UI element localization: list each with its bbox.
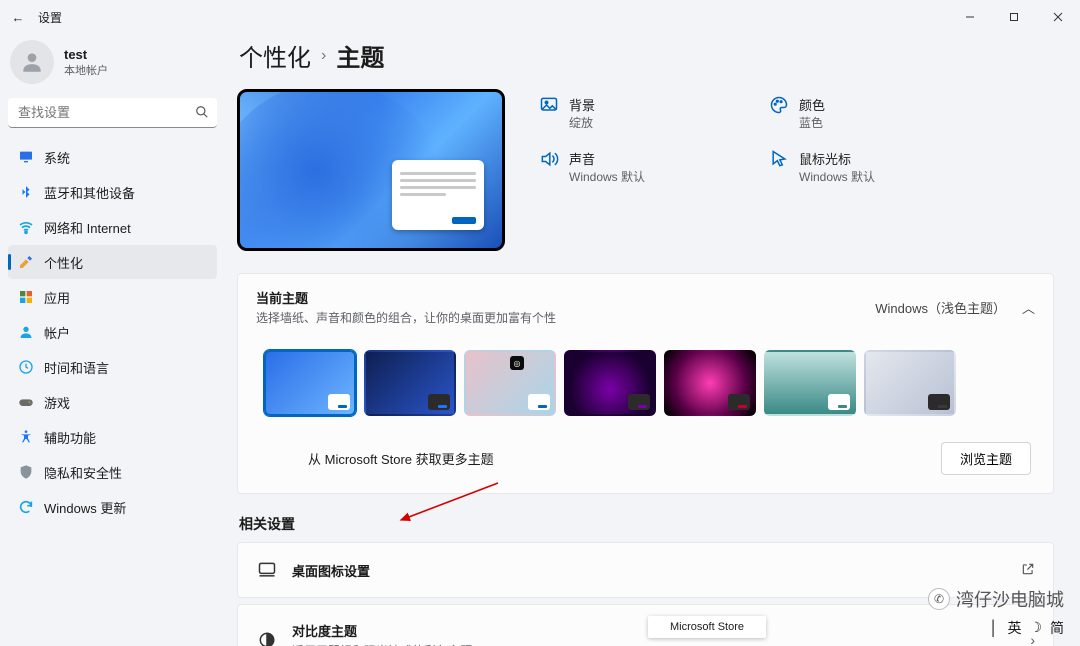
maximize-button[interactable] xyxy=(992,2,1036,32)
theme-preview xyxy=(237,89,505,251)
prop-cursor[interactable]: 鼠标光标Windows 默认 xyxy=(769,149,939,185)
ime-indicator[interactable]: | 英 ☽ 简 xyxy=(991,617,1064,638)
sidebar-item-label: 隐私和安全性 xyxy=(44,463,122,482)
annotation-arrow xyxy=(393,478,503,533)
palette-icon xyxy=(769,95,789,115)
monitor-icon xyxy=(256,559,278,581)
bluetooth-icon xyxy=(18,184,34,200)
sidebar-item-label: 网络和 Internet xyxy=(44,218,131,237)
sidebar-item-label: 个性化 xyxy=(44,253,83,272)
gaming-icon xyxy=(18,394,34,410)
nav-list: 系统蓝牙和其他设备网络和 Internet 个性化应用帐户时间和语言游戏辅助功能隐… xyxy=(8,140,217,524)
sidebar-item-privacy[interactable]: 隐私和安全性 xyxy=(8,455,217,489)
sidebar-item-update[interactable]: Windows 更新 xyxy=(8,490,217,524)
sidebar-item-label: 帐户 xyxy=(44,323,70,342)
user-block[interactable]: test 本地帐户 xyxy=(8,34,217,98)
titlebar: ← 设置 xyxy=(0,0,1080,34)
update-icon xyxy=(18,499,34,515)
current-theme-header[interactable]: 当前主题 选择墙纸、声音和颜色的组合，让你的桌面更加富有个性 Windows（浅… xyxy=(238,274,1053,340)
search-icon xyxy=(195,105,209,122)
theme-gallery: ◎ xyxy=(238,340,1053,426)
close-button[interactable] xyxy=(1036,2,1080,32)
back-button[interactable]: ← xyxy=(10,10,26,25)
taskbar-tooltip: Microsoft Store xyxy=(648,616,766,638)
camera-icon: ◎ xyxy=(510,356,524,370)
prop-sound[interactable]: 声音Windows 默认 xyxy=(539,149,709,185)
personalize-icon xyxy=(18,254,34,270)
current-theme-subtitle: 选择墙纸、声音和颜色的组合，让你的桌面更加富有个性 xyxy=(256,309,556,326)
picture-icon xyxy=(539,95,559,115)
time-icon xyxy=(18,359,34,375)
sidebar-item-label: Windows 更新 xyxy=(44,498,126,517)
accessibility-icon xyxy=(18,429,34,445)
external-link-icon xyxy=(1021,562,1035,579)
prop-color[interactable]: 颜色蓝色 xyxy=(769,95,939,131)
sidebar-item-label: 蓝牙和其他设备 xyxy=(44,183,135,202)
account-icon xyxy=(18,324,34,340)
sidebar-item-system[interactable]: 系统 xyxy=(8,140,217,174)
watermark: ✆ 湾仔沙电脑城 xyxy=(928,586,1064,612)
apps-icon xyxy=(18,289,34,305)
chevron-up-icon: ︿ xyxy=(1022,298,1035,317)
sidebar-item-accessibility[interactable]: 辅助功能 xyxy=(8,420,217,454)
sidebar-item-personalize[interactable]: 个性化 xyxy=(8,245,217,279)
sidebar-item-gaming[interactable]: 游戏 xyxy=(8,385,217,419)
sidebar-item-account[interactable]: 帐户 xyxy=(8,315,217,349)
contrast-icon xyxy=(256,629,278,646)
theme-thumb-7[interactable] xyxy=(864,350,956,416)
prop-background[interactable]: 背景绽放 xyxy=(539,95,709,131)
breadcrumb-current: 主题 xyxy=(336,38,384,73)
theme-properties: 背景绽放 颜色蓝色 声音Windows 默认 鼠标光标Windows 默认 xyxy=(539,89,939,251)
minimize-button[interactable] xyxy=(948,2,992,32)
moon-icon: ☽ xyxy=(1029,619,1042,636)
avatar xyxy=(10,40,54,84)
sidebar-item-label: 系统 xyxy=(44,148,70,167)
store-prompt: 从 Microsoft Store 获取更多主题 xyxy=(308,449,494,468)
related-section-title: 相关设置 xyxy=(239,514,1054,534)
sidebar-item-label: 辅助功能 xyxy=(44,428,96,447)
sidebar: test 本地帐户 系统蓝牙和其他设备网络和 Internet 个性化应用帐户时间… xyxy=(0,34,225,646)
current-theme-card: 当前主题 选择墙纸、声音和颜色的组合，让你的桌面更加富有个性 Windows（浅… xyxy=(237,273,1054,494)
current-theme-applied: Windows（浅色主题） xyxy=(875,298,1006,317)
sidebar-item-label: 游戏 xyxy=(44,393,70,412)
main-panel: 个性化 › 主题 背景绽放 颜色蓝色 声音Windows 默 xyxy=(225,34,1080,646)
theme-thumb-6[interactable] xyxy=(764,350,856,416)
sidebar-item-label: 时间和语言 xyxy=(44,358,109,377)
speaker-icon xyxy=(539,149,559,169)
privacy-icon xyxy=(18,464,34,480)
search-input[interactable] xyxy=(8,98,217,128)
sidebar-item-label: 应用 xyxy=(44,288,70,307)
caption-buttons xyxy=(948,2,1080,32)
sidebar-item-wifi[interactable]: 网络和 Internet xyxy=(8,210,217,244)
theme-thumb-3[interactable]: ◎ xyxy=(464,350,556,416)
wifi-icon xyxy=(18,219,34,235)
user-account-type: 本地帐户 xyxy=(64,62,108,78)
window-title: 设置 xyxy=(38,9,62,26)
cursor-icon xyxy=(769,149,789,169)
sidebar-item-apps[interactable]: 应用 xyxy=(8,280,217,314)
breadcrumb: 个性化 › 主题 xyxy=(237,34,1054,89)
sidebar-item-time[interactable]: 时间和语言 xyxy=(8,350,217,384)
chevron-right-icon: › xyxy=(321,47,326,65)
theme-thumb-2[interactable] xyxy=(364,350,456,416)
wechat-icon: ✆ xyxy=(928,588,950,610)
sidebar-item-bluetooth[interactable]: 蓝牙和其他设备 xyxy=(8,175,217,209)
breadcrumb-parent[interactable]: 个性化 xyxy=(239,38,311,73)
browse-themes-button[interactable]: 浏览主题 xyxy=(941,442,1031,475)
theme-thumb-4[interactable] xyxy=(564,350,656,416)
theme-thumb-1[interactable] xyxy=(264,350,356,416)
current-theme-title: 当前主题 xyxy=(256,288,556,307)
system-icon xyxy=(18,149,34,165)
search-box[interactable] xyxy=(8,98,217,128)
theme-thumb-5[interactable] xyxy=(664,350,756,416)
user-name: test xyxy=(64,47,108,62)
